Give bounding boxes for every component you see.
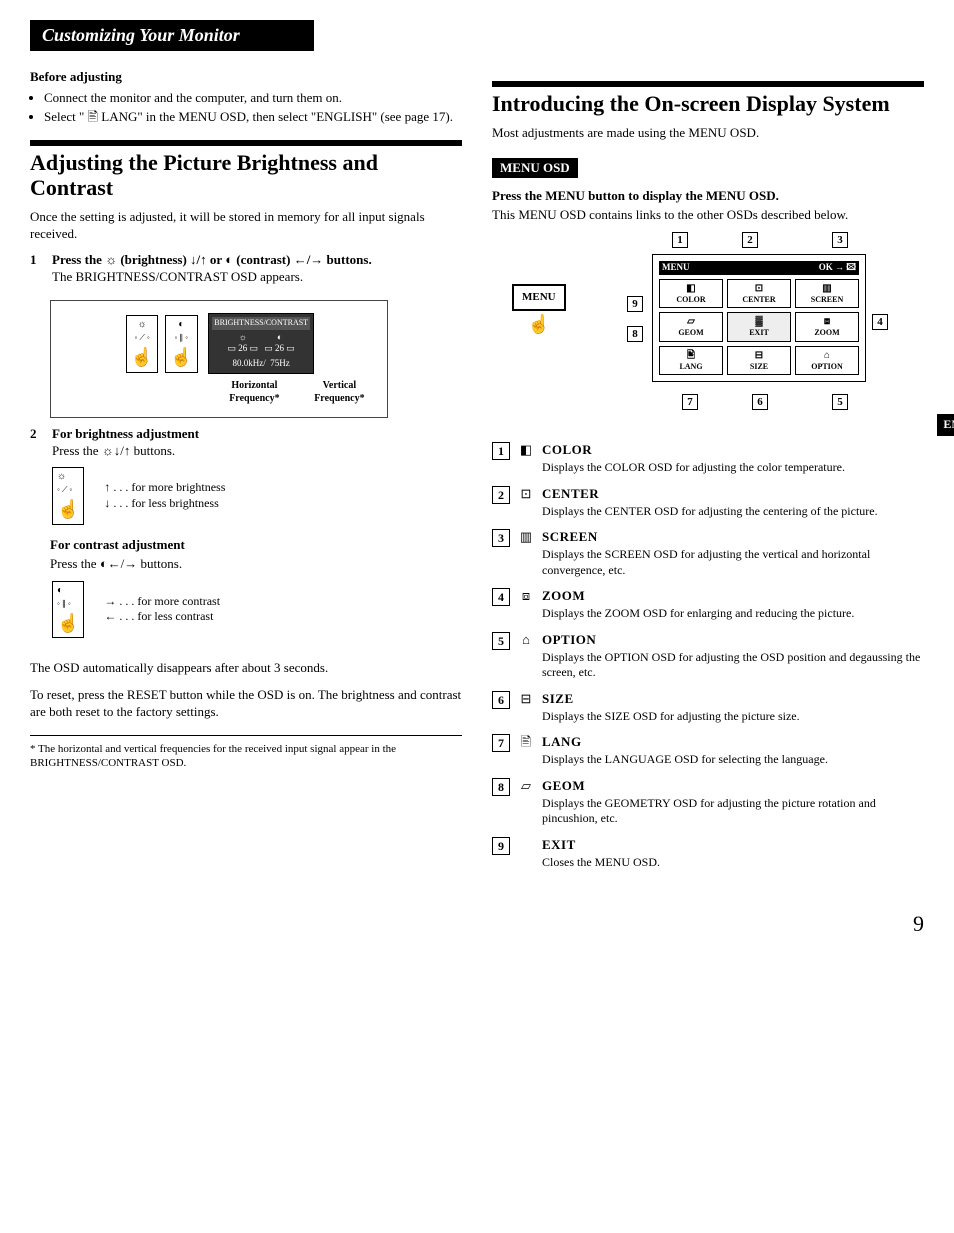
zoom-icon: ⧈: [518, 588, 534, 621]
more-contrast: → . . . for more contrast: [104, 594, 220, 610]
item-title: LANG: [542, 734, 924, 751]
item-desc: Displays the GEOMETRY OSD for adjusting …: [542, 796, 924, 827]
item-title: COLOR: [542, 442, 924, 459]
item-desc: Displays the SCREEN OSD for adjusting th…: [542, 547, 924, 578]
less-brightness: ↓ . . . for less brightness: [104, 496, 225, 512]
adjust-intro: Once the setting is adjusted, it will be…: [30, 209, 462, 243]
item-title: ZOOM: [542, 588, 924, 605]
hfreq-label: Horizontal Frequency*: [209, 379, 300, 405]
step-2-num: 2: [30, 426, 44, 460]
item-desc: Closes the MENU OSD.: [542, 855, 924, 871]
before-item-2: Select " 🖹 LANG" in the MENU OSD, then s…: [44, 109, 462, 126]
callout-9: 9: [627, 296, 643, 312]
callout-1: 1: [672, 232, 688, 248]
callout-6: 6: [752, 394, 768, 410]
grid-geom: ▱GEOM: [659, 312, 723, 341]
more-brightness: ↑ . . . for more brightness: [104, 480, 225, 496]
callout-2: 2: [742, 232, 758, 248]
item-num: 8: [492, 778, 510, 796]
item-num: 1: [492, 442, 510, 460]
item-title: SCREEN: [542, 529, 924, 546]
menu-button-label: MENU: [512, 284, 566, 310]
step-2-sub: Press the ☼↓/↑ buttons.: [52, 443, 462, 460]
item-num: 6: [492, 691, 510, 709]
item-title: SIZE: [542, 691, 924, 708]
footnote: * The horizontal and vertical frequencie…: [30, 735, 462, 771]
osd-item-list: 1 ◧ COLORDisplays the COLOR OSD for adjust…: [492, 442, 924, 870]
step-1-num: 1: [30, 252, 44, 286]
exit-icon: [518, 837, 534, 870]
step-1-title: Press the ☼ (brightness) ↓/↑ or ◐ (contr…: [52, 252, 462, 269]
item-desc: Displays the CENTER OSD for adjusting th…: [542, 504, 924, 520]
item-num: 7: [492, 734, 510, 752]
osd-intro-para: Most adjustments are made using the MENU…: [492, 125, 924, 142]
item-num: 2: [492, 486, 510, 504]
panel-title-left: MENU: [662, 262, 690, 274]
page-number: 9: [30, 910, 924, 939]
grid-option: ⌂OPTION: [795, 346, 859, 375]
contrast-sub: Press the ◐←/→ buttons.: [50, 556, 462, 573]
grid-lang: 🖹LANG: [659, 346, 723, 375]
callout-3: 3: [832, 232, 848, 248]
callout-5: 5: [832, 394, 848, 410]
before-heading: Before adjusting: [30, 69, 462, 86]
en-tab: EN: [937, 414, 954, 436]
vfreq-label: Vertical Frequency*: [300, 379, 379, 405]
item-desc: Displays the LANGUAGE OSD for selecting …: [542, 752, 924, 768]
step-1-sub: The BRIGHTNESS/CONTRAST OSD appears.: [52, 269, 462, 286]
grid-screen: ▥SCREEN: [795, 279, 859, 308]
item-title: CENTER: [542, 486, 924, 503]
before-list: Connect the monitor and the computer, an…: [30, 90, 462, 126]
adjust-title: Adjusting the Picture Brightness and Con…: [30, 150, 462, 201]
auto-off-text: The OSD automatically disappears after a…: [30, 660, 462, 677]
before-item-1: Connect the monitor and the computer, an…: [44, 90, 462, 107]
item-desc: Displays the SIZE OSD for adjusting the …: [542, 709, 924, 725]
left-column: Before adjusting Connect the monitor and…: [30, 69, 462, 880]
grid-color: ◧COLOR: [659, 279, 723, 308]
hand-icon: ☝: [512, 313, 566, 336]
lang-icon: 🖹: [518, 734, 534, 767]
callout-8: 8: [627, 326, 643, 342]
item-num: 5: [492, 632, 510, 650]
step-2-title: For brightness adjustment: [52, 426, 462, 443]
screen-icon: ▥: [518, 529, 534, 578]
menu-osd-diagram: MENU ☝ MENU OK → 🖾 ◧COLOR ⊡CENTER ▥SCREE…: [492, 234, 924, 424]
grid-exit: ▓EXIT: [727, 312, 791, 341]
press-menu-line: Press the MENU button to display the MEN…: [492, 188, 779, 203]
item-num: 4: [492, 588, 510, 606]
contrast-diagram: ◐◦ ∥ ◦☝ → . . . for more contrast ← . . …: [50, 579, 462, 640]
contrast-title: For contrast adjustment: [50, 537, 462, 554]
color-icon: ◧: [518, 442, 534, 475]
item-desc: Displays the ZOOM OSD for enlarging and …: [542, 606, 924, 622]
right-column: Introducing the On-screen Display System…: [492, 69, 924, 880]
item-num: 3: [492, 529, 510, 547]
callout-4: 4: [872, 314, 888, 330]
item-title: OPTION: [542, 632, 924, 649]
less-contrast: ← . . . for less contrast: [104, 609, 220, 625]
size-icon: ⊟: [518, 691, 534, 724]
reset-text: To reset, press the RESET button while t…: [30, 687, 462, 721]
item-num: 9: [492, 837, 510, 855]
item-title: GEOM: [542, 778, 924, 795]
menu-desc-line: This MENU OSD contains links to the othe…: [492, 207, 924, 224]
item-desc: Displays the OPTION OSD for adjusting th…: [542, 650, 924, 681]
item-desc: Displays the COLOR OSD for adjusting the…: [542, 460, 924, 476]
grid-center: ⊡CENTER: [727, 279, 791, 308]
brightness-diagram: ☼◦ ⟋ ◦☝ ↑ . . . for more brightness ↓ . …: [50, 465, 462, 526]
grid-zoom: ⧈ZOOM: [795, 312, 859, 341]
grid-size: ⊟SIZE: [727, 346, 791, 375]
menu-osd-badge: MENU OSD: [492, 158, 578, 179]
osd-section-title: Introducing the On-screen Display System: [492, 91, 924, 116]
brightness-contrast-diagram: ☼◦ ⟋ ◦☝ ◐◦ ∥ ◦☝ BRIGHTNESS/CONTRAST ☼▭ 2…: [50, 300, 388, 417]
osd-panel-title: BRIGHTNESS/CONTRAST: [212, 317, 310, 329]
center-icon: ⊡: [518, 486, 534, 519]
item-title: EXIT: [542, 837, 924, 854]
panel-title-right: OK → 🖾: [819, 262, 856, 274]
option-icon: ⌂: [518, 632, 534, 681]
geom-icon: ▱: [518, 778, 534, 827]
section-header: Customizing Your Monitor: [30, 20, 314, 51]
callout-7: 7: [682, 394, 698, 410]
